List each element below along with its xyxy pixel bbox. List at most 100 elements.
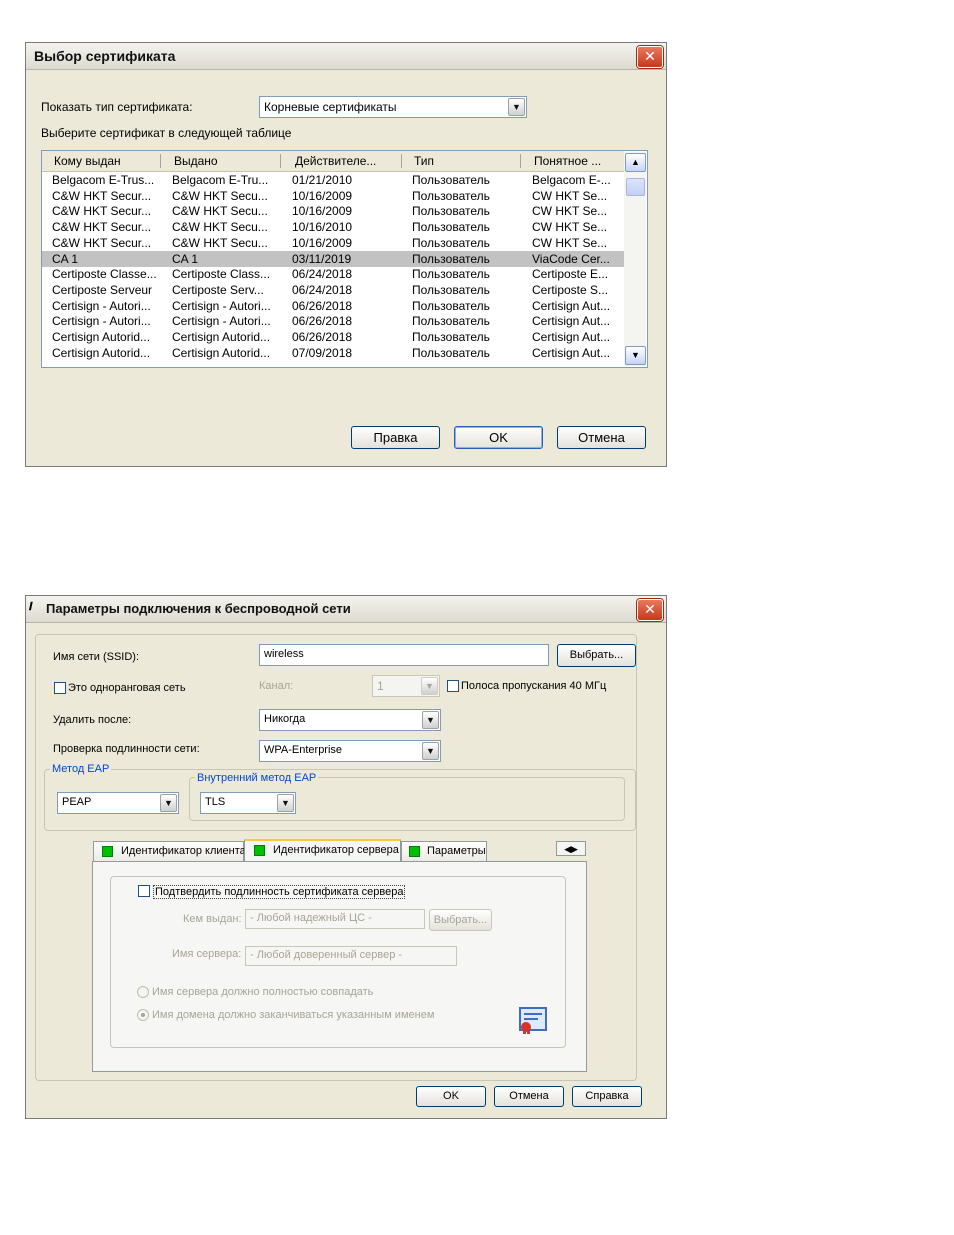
chevron-down-icon[interactable]: ▼ bbox=[422, 711, 439, 729]
channel-label: Канал: bbox=[259, 680, 294, 692]
tab-client-identifier[interactable]: Идентификатор клиента bbox=[93, 841, 246, 861]
select-ssid-button[interactable]: Выбрать... bbox=[557, 644, 636, 667]
help-button[interactable]: Справка bbox=[572, 1086, 642, 1107]
table-cell: Certisign Aut... bbox=[532, 330, 611, 344]
chevron-down-icon[interactable]: ▼ bbox=[421, 677, 438, 695]
scroll-up-icon[interactable]: ▲ bbox=[625, 153, 646, 172]
table-cell: Certiposte Serv... bbox=[172, 282, 264, 297]
table-row[interactable]: Certisign - Autori... Certisign - Autori.… bbox=[42, 313, 624, 329]
table-row[interactable]: C&W HKT Secur... C&W HKT Secu... 10/16/200… bbox=[42, 203, 624, 219]
eap-method-legend: Метод EAP bbox=[50, 763, 112, 775]
ok-button[interactable]: OK bbox=[416, 1086, 486, 1107]
column-divider[interactable] bbox=[160, 154, 161, 168]
table-row[interactable]: CA 1 CA 1 03/11/2019 Пользователь ViaCode Ce… bbox=[42, 250, 624, 267]
table-cell: ViaCode Cer... bbox=[532, 251, 610, 266]
cancel-button[interactable]: Отмена bbox=[557, 426, 646, 449]
issuer-input[interactable]: - Любой надежный ЦС - bbox=[245, 909, 425, 929]
cancel-button[interactable]: Отмена bbox=[494, 1086, 564, 1107]
table-cell: 06/24/2018 bbox=[292, 267, 353, 282]
title-bar[interactable]: Выбор сертификата ✕ bbox=[26, 43, 666, 70]
chevron-down-icon[interactable]: ▼ bbox=[422, 742, 439, 760]
instruction-text: Выберите сертификат в следующей таблице bbox=[41, 126, 292, 140]
table-cell: 06/26/2018 bbox=[292, 330, 353, 344]
table-cell: Certiposte Class... bbox=[172, 267, 271, 282]
eap-method-select[interactable]: PEAP ▼ bbox=[57, 792, 179, 814]
table-cell: CW HKT Se... bbox=[532, 235, 608, 250]
column-issued-by[interactable]: Выдано bbox=[174, 154, 218, 168]
table-cell: Пользователь bbox=[412, 314, 490, 329]
network-auth-label: Проверка подлинности сети: bbox=[53, 743, 200, 755]
table-cell: Пользователь bbox=[412, 330, 490, 344]
table-row[interactable]: Certiposte Classe... Certiposte Class... 0… bbox=[42, 266, 624, 282]
chevron-down-icon[interactable]: ▼ bbox=[277, 794, 294, 812]
edit-button[interactable]: Правка bbox=[351, 426, 440, 449]
table-cell: Certisign Autorid... bbox=[172, 345, 271, 360]
delete-after-value: Никогда bbox=[264, 713, 306, 725]
table-cell: Certisign - Autori... bbox=[52, 298, 151, 313]
ssid-input[interactable]: wireless bbox=[259, 644, 549, 666]
column-valid-until[interactable]: Действителе... bbox=[295, 154, 376, 168]
certificate-icon bbox=[518, 1006, 548, 1034]
tab-parameters[interactable]: Параметры bbox=[401, 841, 487, 861]
inner-eap-method-select[interactable]: TLS ▼ bbox=[200, 792, 296, 814]
scroll-thumb[interactable] bbox=[626, 178, 645, 196]
close-button[interactable]: ✕ bbox=[637, 46, 663, 68]
tab-label: Параметры bbox=[427, 845, 486, 857]
column-divider[interactable] bbox=[401, 154, 402, 168]
green-square-icon bbox=[254, 845, 265, 856]
cancel-button-label: Отмена bbox=[578, 430, 625, 445]
column-divider[interactable] bbox=[520, 154, 521, 168]
scroll-down-icon[interactable]: ▼ bbox=[625, 346, 646, 365]
chevron-down-icon[interactable]: ▼ bbox=[160, 794, 177, 812]
delete-after-select[interactable]: Никогда ▼ bbox=[259, 709, 441, 731]
ok-button[interactable]: OK bbox=[454, 426, 543, 449]
chevron-right-icon[interactable]: ▶ bbox=[571, 844, 578, 854]
green-square-icon bbox=[409, 846, 420, 857]
table-row[interactable]: C&W HKT Secur... C&W HKT Secu... 10/16/200… bbox=[42, 235, 624, 251]
certificate-type-select[interactable]: Корневые сертификаты ▼ bbox=[259, 96, 527, 118]
tab-server-identifier[interactable]: Идентификатор сервера bbox=[244, 839, 401, 861]
ssid-label: Имя сети (SSID): bbox=[53, 651, 140, 663]
table-row[interactable]: Certisign Autorid... Certisign Autorid...… bbox=[42, 345, 624, 361]
domain-suffix-label: Имя домена должно заканчиваться указанны… bbox=[152, 1009, 435, 1021]
table-row[interactable]: Belgacom E-Trus... Belgacom E-Tru... 01/21… bbox=[42, 172, 624, 188]
network-auth-select[interactable]: WPA-Enterprise ▼ bbox=[259, 740, 441, 762]
domain-suffix-radio[interactable] bbox=[137, 1009, 149, 1021]
tab-scroll-arrows[interactable]: ◀▶ bbox=[556, 841, 586, 856]
certificate-list[interactable]: Кому выдан Выдано Действителе... Тип Пон… bbox=[41, 150, 648, 368]
close-button[interactable]: ✕ bbox=[637, 599, 663, 621]
bandwidth-40mhz-checkbox[interactable] bbox=[447, 680, 459, 692]
select-issuer-button[interactable]: Выбрать... bbox=[429, 909, 492, 931]
column-divider[interactable] bbox=[280, 154, 281, 168]
table-cell: 07/09/2018 bbox=[292, 345, 353, 360]
table-cell: 01/21/2010 bbox=[292, 173, 353, 187]
channel-value: 1 bbox=[377, 679, 384, 693]
column-friendly-name[interactable]: Понятное ... bbox=[534, 154, 601, 168]
table-cell: Belgacom E-... bbox=[532, 173, 611, 187]
table-row[interactable]: Certiposte Serveur Certiposte Serv... 06/2… bbox=[42, 282, 624, 298]
wireless-connection-properties-dialog: 𝒊 Параметры подключения к беспроводной с… bbox=[25, 595, 667, 1119]
table-row[interactable]: C&W HKT Secur... C&W HKT Secu... 10/16/200… bbox=[42, 188, 624, 204]
exact-match-radio[interactable] bbox=[137, 986, 149, 998]
table-row[interactable]: Certisign - Autori... Certisign - Autori.… bbox=[42, 298, 624, 314]
table-cell: Пользователь bbox=[412, 267, 490, 282]
table-cell: Пользователь bbox=[412, 204, 490, 219]
adhoc-label: Это одноранговая сеть bbox=[68, 682, 186, 694]
vertical-scrollbar[interactable]: ▲ ▼ bbox=[624, 152, 646, 366]
channel-select[interactable]: 1 ▼ bbox=[372, 675, 440, 697]
column-issued-to[interactable]: Кому выдан bbox=[54, 154, 121, 168]
table-cell: C&W HKT Secur... bbox=[52, 204, 152, 219]
title-bar[interactable]: 𝒊 Параметры подключения к беспроводной с… bbox=[26, 596, 666, 623]
column-type[interactable]: Тип bbox=[414, 154, 434, 168]
select-issuer-button-label: Выбрать... bbox=[433, 914, 488, 926]
adhoc-checkbox[interactable] bbox=[54, 682, 66, 694]
table-row[interactable]: C&W HKT Secur... C&W HKT Secu... 10/16/201… bbox=[42, 219, 624, 235]
verify-server-cert-checkbox[interactable] bbox=[138, 885, 150, 897]
table-cell: 06/24/2018 bbox=[292, 282, 353, 297]
server-name-input[interactable]: - Любой доверенный сервер - bbox=[245, 946, 457, 966]
table-row[interactable]: Certisign Autorid... Certisign Autorid...… bbox=[42, 329, 624, 345]
table-cell: 10/16/2010 bbox=[292, 220, 353, 235]
chevron-down-icon[interactable]: ▼ bbox=[508, 98, 525, 116]
chevron-left-icon[interactable]: ◀ bbox=[564, 844, 571, 854]
table-cell: C&W HKT Secu... bbox=[172, 235, 268, 250]
